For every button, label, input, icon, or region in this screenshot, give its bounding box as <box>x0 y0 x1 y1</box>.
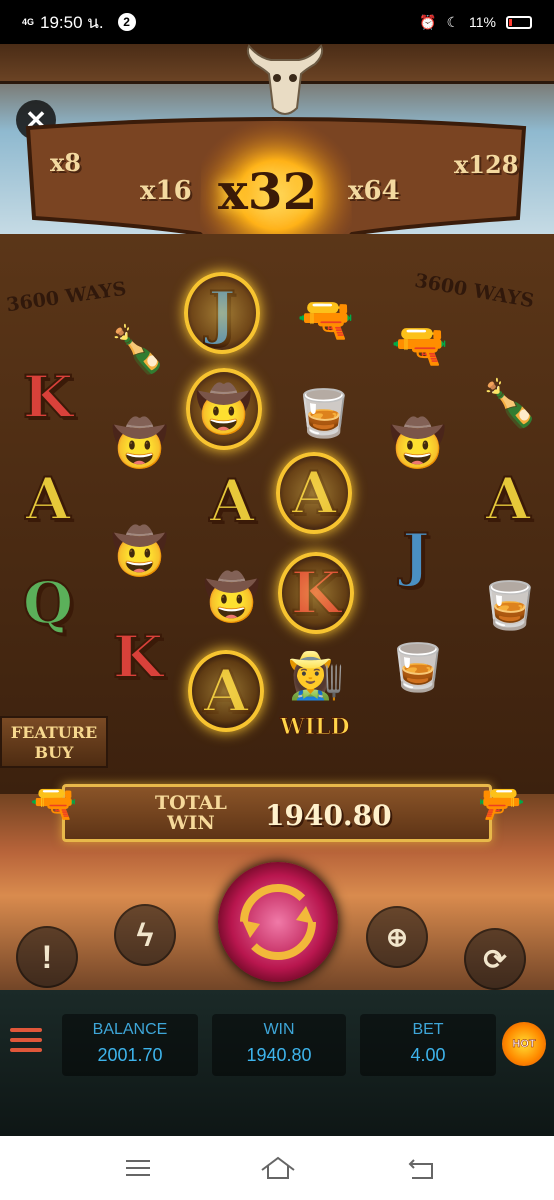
symbol-k: K <box>112 622 164 692</box>
autoplay-icon: ⟳ <box>483 943 507 975</box>
menu-button[interactable] <box>10 1028 42 1054</box>
multiplier-x32-active: x32 <box>218 162 318 221</box>
symbol-j-gold: J <box>182 270 262 356</box>
total-win-label: TOTAL WIN <box>155 793 227 833</box>
total-win-plank: TOTAL WIN 1940.80 <box>62 784 492 842</box>
spin-button[interactable] <box>218 862 338 982</box>
bet-label: BET <box>412 1021 444 1038</box>
status-left: 4G 19:50 น. 2 <box>22 9 136 36</box>
bottle-icon: 🍾 <box>481 376 539 429</box>
symbol-whiskey: 🥃 <box>284 370 364 456</box>
notification-count-badge: 2 <box>117 13 136 31</box>
win-label: WIN <box>263 1021 295 1038</box>
total-win-label-line2: WIN <box>167 812 215 834</box>
coins-plus-icon: ⊕ <box>386 921 408 952</box>
bet-value: 4.00 <box>410 1045 446 1065</box>
slot-game-area: ✕ x8 x16 x32 x64 x128 3600 WAYS 3600 WAY… <box>0 44 554 1136</box>
info-icon: ! <box>41 938 53 975</box>
android-nav-bar <box>0 1136 554 1200</box>
battery-icon <box>506 15 532 29</box>
back-icon[interactable] <box>402 1152 442 1184</box>
moon-icon: ☾ <box>446 13 460 30</box>
symbol-k: K <box>22 362 74 432</box>
symbol-a: A <box>208 466 255 536</box>
bottom-hud: BALANCE 2001.70 WIN 1940.80 BET 4.00 HOT <box>0 990 554 1136</box>
win-value: 1940.80 <box>246 1045 312 1065</box>
symbol-bandit-gold: 🤠 <box>184 366 264 452</box>
balance-label: BALANCE <box>92 1021 168 1038</box>
spin-arrows-icon <box>240 884 316 960</box>
symbol-bottle: 🍾 <box>98 306 178 392</box>
whiskey-icon: 🥃 <box>295 386 353 439</box>
symbol-bandit: 🤠 <box>100 508 180 594</box>
symbol-a-gold: A <box>274 450 354 536</box>
multiplier-x128: x128 <box>454 150 519 179</box>
turbo-button[interactable]: ϟ <box>114 904 176 966</box>
status-time: 19:50 น. <box>40 12 104 32</box>
left-revolver-icon: 🔫 <box>30 783 78 825</box>
home-icon[interactable] <box>258 1152 298 1184</box>
autoplay-button[interactable]: ⟳ <box>464 928 526 990</box>
bandit-icon: 🤠 <box>195 382 253 435</box>
symbol-j: J <box>401 520 430 590</box>
recent-apps-icon[interactable] <box>118 1152 158 1184</box>
network-indicator: 4G <box>22 16 35 27</box>
bottle-icon: 🍾 <box>109 322 167 375</box>
total-win-label-line1: TOTAL <box>155 792 227 814</box>
win-panel: WIN 1940.80 <box>212 1014 346 1076</box>
hot-games-button[interactable]: HOT <box>502 1022 546 1066</box>
symbol-k-gold: K <box>276 550 356 636</box>
feature-buy-line1: FEATURE <box>10 723 98 742</box>
status-bar: 4G 19:50 น. 2 ⏰ ☾ 11% <box>0 0 554 44</box>
symbol-a: A <box>24 464 71 534</box>
cowgirl-icon: 👩‍🌾 <box>287 648 345 701</box>
right-revolver-icon: 🔫 <box>478 783 526 825</box>
symbol-bandit: 🤠 <box>378 400 458 486</box>
symbol-whiskey: 🥃 <box>470 562 550 648</box>
symbol-bandit: 🤠 <box>192 554 272 640</box>
symbol-revolver: 🔫 <box>380 302 460 388</box>
symbol-whiskey: 🥃 <box>378 624 458 710</box>
symbol-bottle: 🍾 <box>470 360 550 446</box>
wild-label: WILD <box>280 714 351 741</box>
battery-percent: 11% <box>469 14 496 30</box>
whiskey-icon: 🥃 <box>481 578 539 631</box>
symbol-wild-cowgirl: 👩‍🌾 <box>276 632 356 718</box>
bandit-icon: 🤠 <box>111 416 169 469</box>
symbol-a: A <box>484 464 531 534</box>
symbol-q: Q <box>22 568 75 638</box>
balance-panel: BALANCE 2001.70 <box>62 1014 198 1076</box>
symbol-revolver: 🔫 <box>286 276 366 362</box>
total-win-value: 1940.80 <box>265 799 392 832</box>
multiplier-x64: x64 <box>348 176 400 206</box>
symbol-a-gold: A <box>186 648 266 734</box>
feature-buy-line2: BUY <box>34 743 74 762</box>
feature-buy-button[interactable]: FEATURE BUY <box>0 716 108 768</box>
bandit-icon: 🤠 <box>111 524 169 577</box>
bandit-icon: 🤠 <box>203 570 261 623</box>
alarm-icon: ⏰ <box>419 13 437 30</box>
balance-value: 2001.70 <box>97 1045 163 1065</box>
revolver-icon: 🔫 <box>391 318 449 371</box>
info-button[interactable]: ! <box>16 926 78 988</box>
symbol-bandit: 🤠 <box>100 400 180 486</box>
bet-settings-button[interactable]: ⊕ <box>366 906 428 968</box>
bet-panel: BET 4.00 <box>360 1014 496 1076</box>
multiplier-x8: x8 <box>50 148 82 177</box>
revolver-icon: 🔫 <box>297 292 355 345</box>
bandit-icon: 🤠 <box>389 416 447 469</box>
multiplier-x16: x16 <box>140 176 192 206</box>
status-right: ⏰ ☾ 11% <box>419 14 532 31</box>
lightning-icon: ϟ <box>136 916 154 953</box>
whiskey-icon: 🥃 <box>389 640 447 693</box>
